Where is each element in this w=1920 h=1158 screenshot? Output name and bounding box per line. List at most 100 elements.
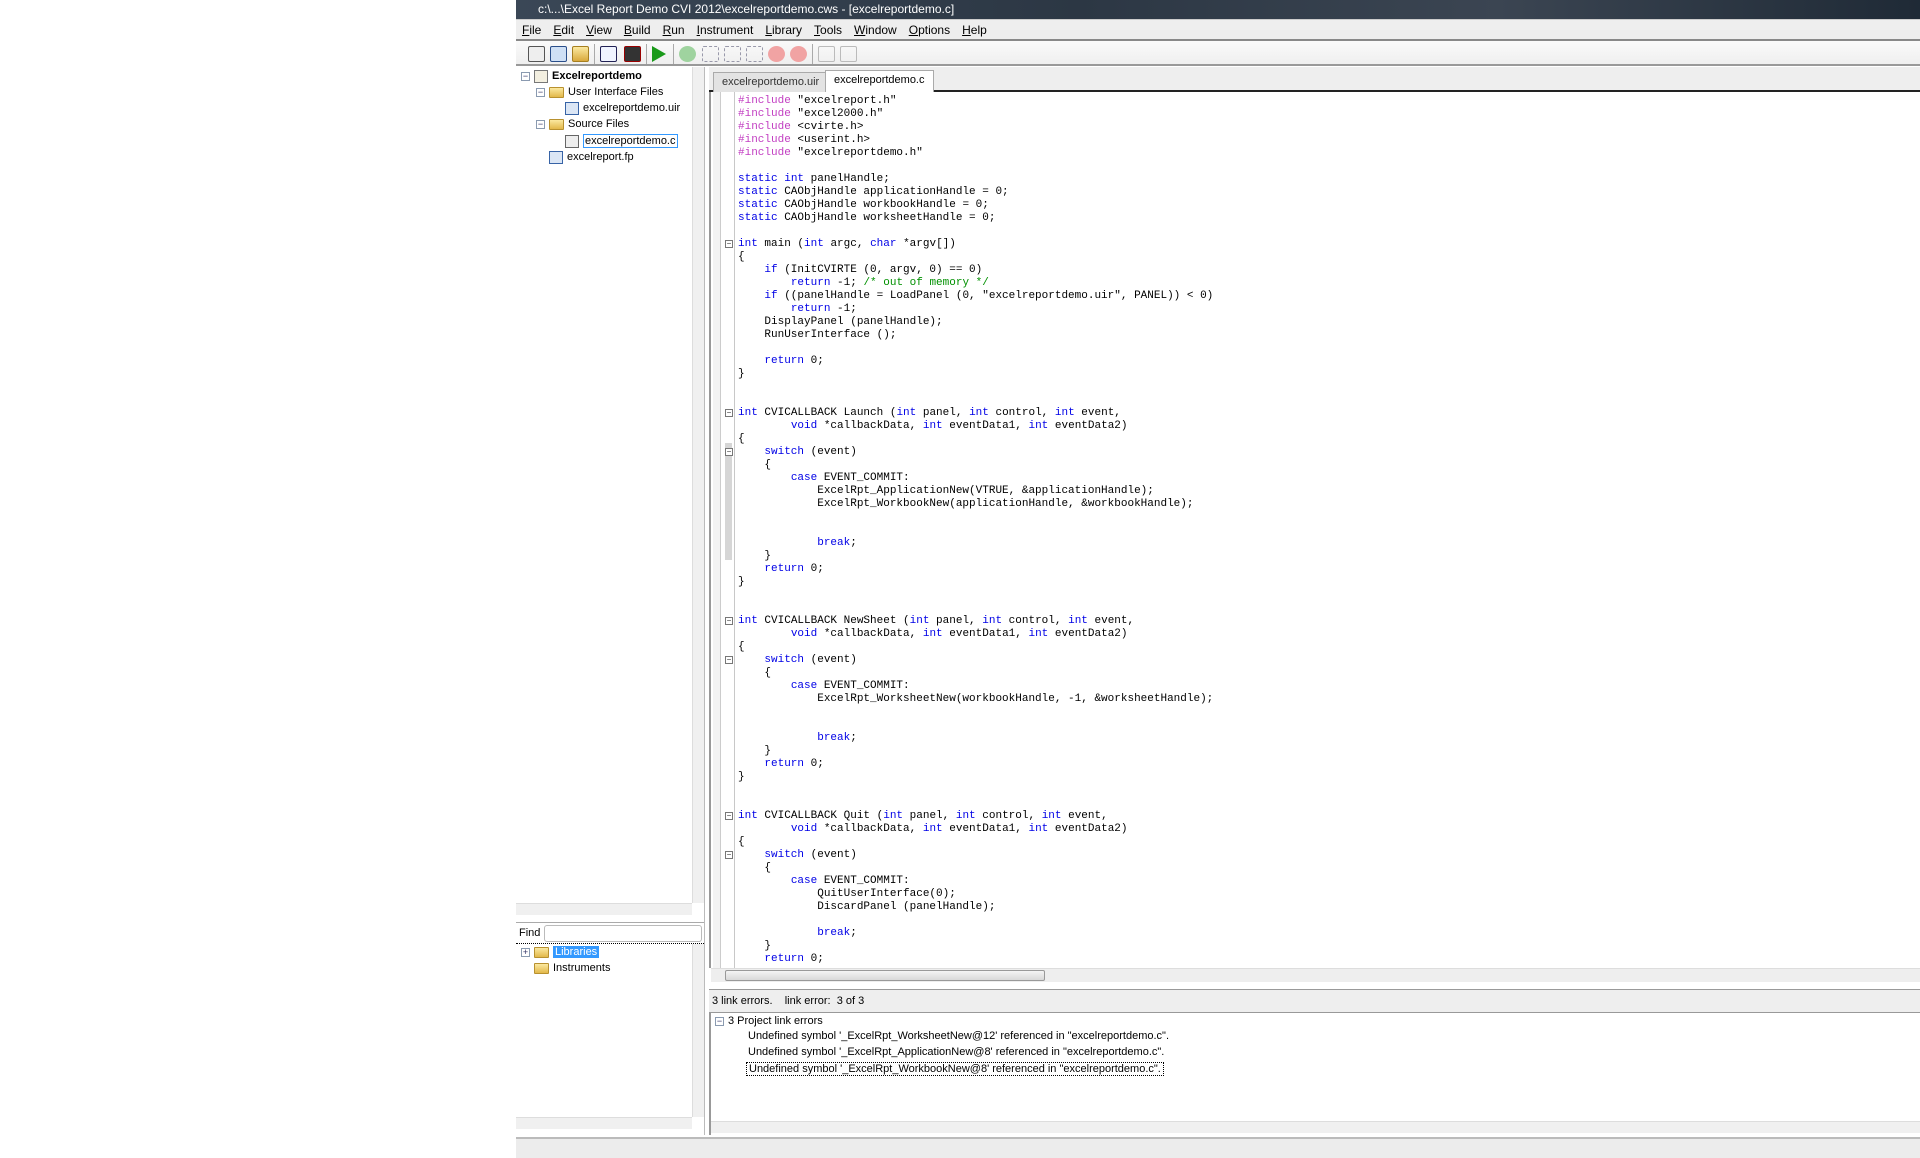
code-line[interactable]: #include "excelreport.h" <box>738 95 896 108</box>
tree-project-root[interactable]: − Excelreportdemo <box>521 68 642 84</box>
tree-folder-user-interface[interactable]: − User Interface Files <box>536 84 663 100</box>
code-line[interactable]: { <box>738 251 745 264</box>
code-line[interactable]: return -1; <box>738 303 857 316</box>
debug-target-icon[interactable] <box>624 46 641 62</box>
fold-collapse-icon[interactable]: − <box>725 617 733 625</box>
tab-uir[interactable]: excelreportdemo.uir <box>713 72 829 92</box>
code-line[interactable]: } <box>738 771 745 784</box>
code-line[interactable]: #include "excelreportdemo.h" <box>738 147 923 160</box>
step-into-icon[interactable] <box>702 46 719 62</box>
tree-folder-source[interactable]: − Source Files <box>536 116 629 132</box>
code-line[interactable]: ExcelRpt_ApplicationNew(VTRUE, &applicat… <box>738 485 1154 498</box>
breakpoints-icon[interactable] <box>840 46 857 62</box>
error-item-selected[interactable]: Undefined symbol '_ExcelRpt_WorkbookNew@… <box>746 1062 1164 1076</box>
tree-file-fp[interactable]: excelreport.fp <box>549 149 634 165</box>
error-item[interactable]: Undefined symbol '_ExcelRpt_WorksheetNew… <box>746 1030 1171 1044</box>
collapse-icon[interactable]: − <box>521 71 530 81</box>
menu-library[interactable]: Library <box>765 23 802 37</box>
code-line[interactable]: if (InitCVIRTE (0, argv, 0) == 0) <box>738 264 982 277</box>
code-line[interactable]: static CAObjHandle worksheetHandle = 0; <box>738 212 995 225</box>
code-line[interactable]: DisplayPanel (panelHandle); <box>738 316 942 329</box>
code-line[interactable]: break; <box>738 537 857 550</box>
fold-collapse-icon[interactable]: − <box>725 409 733 417</box>
terminate-icon[interactable] <box>790 46 807 62</box>
code-line[interactable]: case EVENT_COMMIT: <box>738 875 910 888</box>
error-hscroll[interactable] <box>711 1121 1920 1133</box>
code-line[interactable]: } <box>738 368 745 381</box>
run-icon[interactable] <box>652 46 666 62</box>
tree-libraries[interactable]: + Libraries <box>521 944 600 960</box>
code-line[interactable]: } <box>738 576 745 589</box>
code-line[interactable]: #include <cvirte.h> <box>738 121 863 134</box>
code-line[interactable]: return -1; /* out of memory */ <box>738 277 989 290</box>
library-tree-hscroll[interactable] <box>516 1117 692 1129</box>
code-line[interactable]: QuitUserInterface(0); <box>738 888 956 901</box>
library-tree-vscroll[interactable] <box>692 944 704 1117</box>
menu-tools[interactable]: Tools <box>814 23 842 37</box>
find-input[interactable] <box>544 924 702 942</box>
code-line[interactable]: return 0; <box>738 355 823 368</box>
step-over-icon[interactable] <box>724 46 741 62</box>
collapse-icon[interactable]: − <box>715 1016 724 1026</box>
code-editor[interactable]: #include "excelreport.h" #include "excel2… <box>709 92 1920 982</box>
expand-icon[interactable]: + <box>521 947 530 957</box>
menu-view[interactable]: View <box>586 23 612 37</box>
menu-options[interactable]: Options <box>909 23 950 37</box>
editor-hscroll-thumb[interactable] <box>725 970 1045 981</box>
code-line[interactable]: DiscardPanel (panelHandle); <box>738 901 995 914</box>
code-line[interactable]: static CAObjHandle applicationHandle = 0… <box>738 186 1009 199</box>
project-tree-vscroll[interactable] <box>692 67 704 903</box>
code-line[interactable]: RunUserInterface (); <box>738 329 896 342</box>
code-line[interactable]: switch (event) <box>738 654 856 667</box>
code-line[interactable]: case EVENT_COMMIT: <box>738 680 910 693</box>
function-tree-icon[interactable] <box>600 46 617 62</box>
tab-source[interactable]: excelreportdemo.c <box>825 70 934 93</box>
code-line[interactable]: { <box>738 459 771 472</box>
project-tree-hscroll[interactable] <box>516 903 692 915</box>
menu-edit[interactable]: Edit <box>553 23 574 37</box>
code-line[interactable]: int CVICALLBACK Launch (int panel, int c… <box>738 407 1121 420</box>
menu-run[interactable]: Run <box>663 23 685 37</box>
error-group[interactable]: − 3 Project link errors <box>715 1015 823 1027</box>
new-uir-icon[interactable] <box>550 46 567 62</box>
fold-collapse-icon[interactable]: − <box>725 851 733 859</box>
code-line[interactable]: return 0; <box>738 758 823 771</box>
go-icon[interactable] <box>679 46 696 62</box>
fold-collapse-icon[interactable]: − <box>725 812 733 820</box>
tree-file-uir[interactable]: excelreportdemo.uir <box>565 100 680 116</box>
menu-help[interactable]: Help <box>962 23 987 37</box>
code-line[interactable]: ExcelRpt_WorkbookNew(applicationHandle, … <box>738 498 1193 511</box>
code-line[interactable]: int main (int argc, char *argv[]) <box>738 238 956 251</box>
code-line[interactable]: { <box>738 667 771 680</box>
new-source-icon[interactable] <box>528 46 545 62</box>
code-line[interactable]: { <box>738 433 745 446</box>
code-line[interactable]: #include "excel2000.h" <box>738 108 883 121</box>
step-out-icon[interactable] <box>746 46 763 62</box>
code-line[interactable]: return 0; <box>738 563 823 576</box>
menu-build[interactable]: Build <box>624 23 651 37</box>
code-line[interactable]: if ((panelHandle = LoadPanel (0, "excelr… <box>738 290 1213 303</box>
code-line[interactable]: } <box>738 745 771 758</box>
editor-hscroll[interactable] <box>711 968 1920 982</box>
stop-icon[interactable] <box>768 46 785 62</box>
code-line[interactable]: void *callbackData, int eventData1, int … <box>738 420 1128 433</box>
collapse-icon[interactable]: − <box>536 119 545 129</box>
collapse-icon[interactable]: − <box>536 87 545 97</box>
code-line[interactable]: switch (event) <box>738 446 856 459</box>
menu-window[interactable]: Window <box>854 23 897 37</box>
code-line[interactable]: break; <box>738 927 857 940</box>
code-line[interactable]: static int panelHandle; <box>738 173 890 186</box>
code-line[interactable]: } <box>738 940 771 953</box>
code-line[interactable]: void *callbackData, int eventData1, int … <box>738 823 1128 836</box>
tree-instruments[interactable]: Instruments <box>534 960 610 976</box>
code-line[interactable]: { <box>738 641 745 654</box>
code-line[interactable]: return 0; <box>738 953 823 966</box>
tree-file-source[interactable]: excelreportdemo.c <box>565 133 678 149</box>
code-line[interactable]: { <box>738 836 745 849</box>
code-line[interactable]: static CAObjHandle workbookHandle = 0; <box>738 199 989 212</box>
code-line[interactable]: { <box>738 862 771 875</box>
fold-collapse-icon[interactable]: − <box>725 240 733 248</box>
fold-collapse-icon[interactable]: − <box>725 656 733 664</box>
toggle-breakpoint-icon[interactable] <box>818 46 835 62</box>
code-line[interactable]: ExcelRpt_WorksheetNew(workbookHandle, -1… <box>738 693 1213 706</box>
